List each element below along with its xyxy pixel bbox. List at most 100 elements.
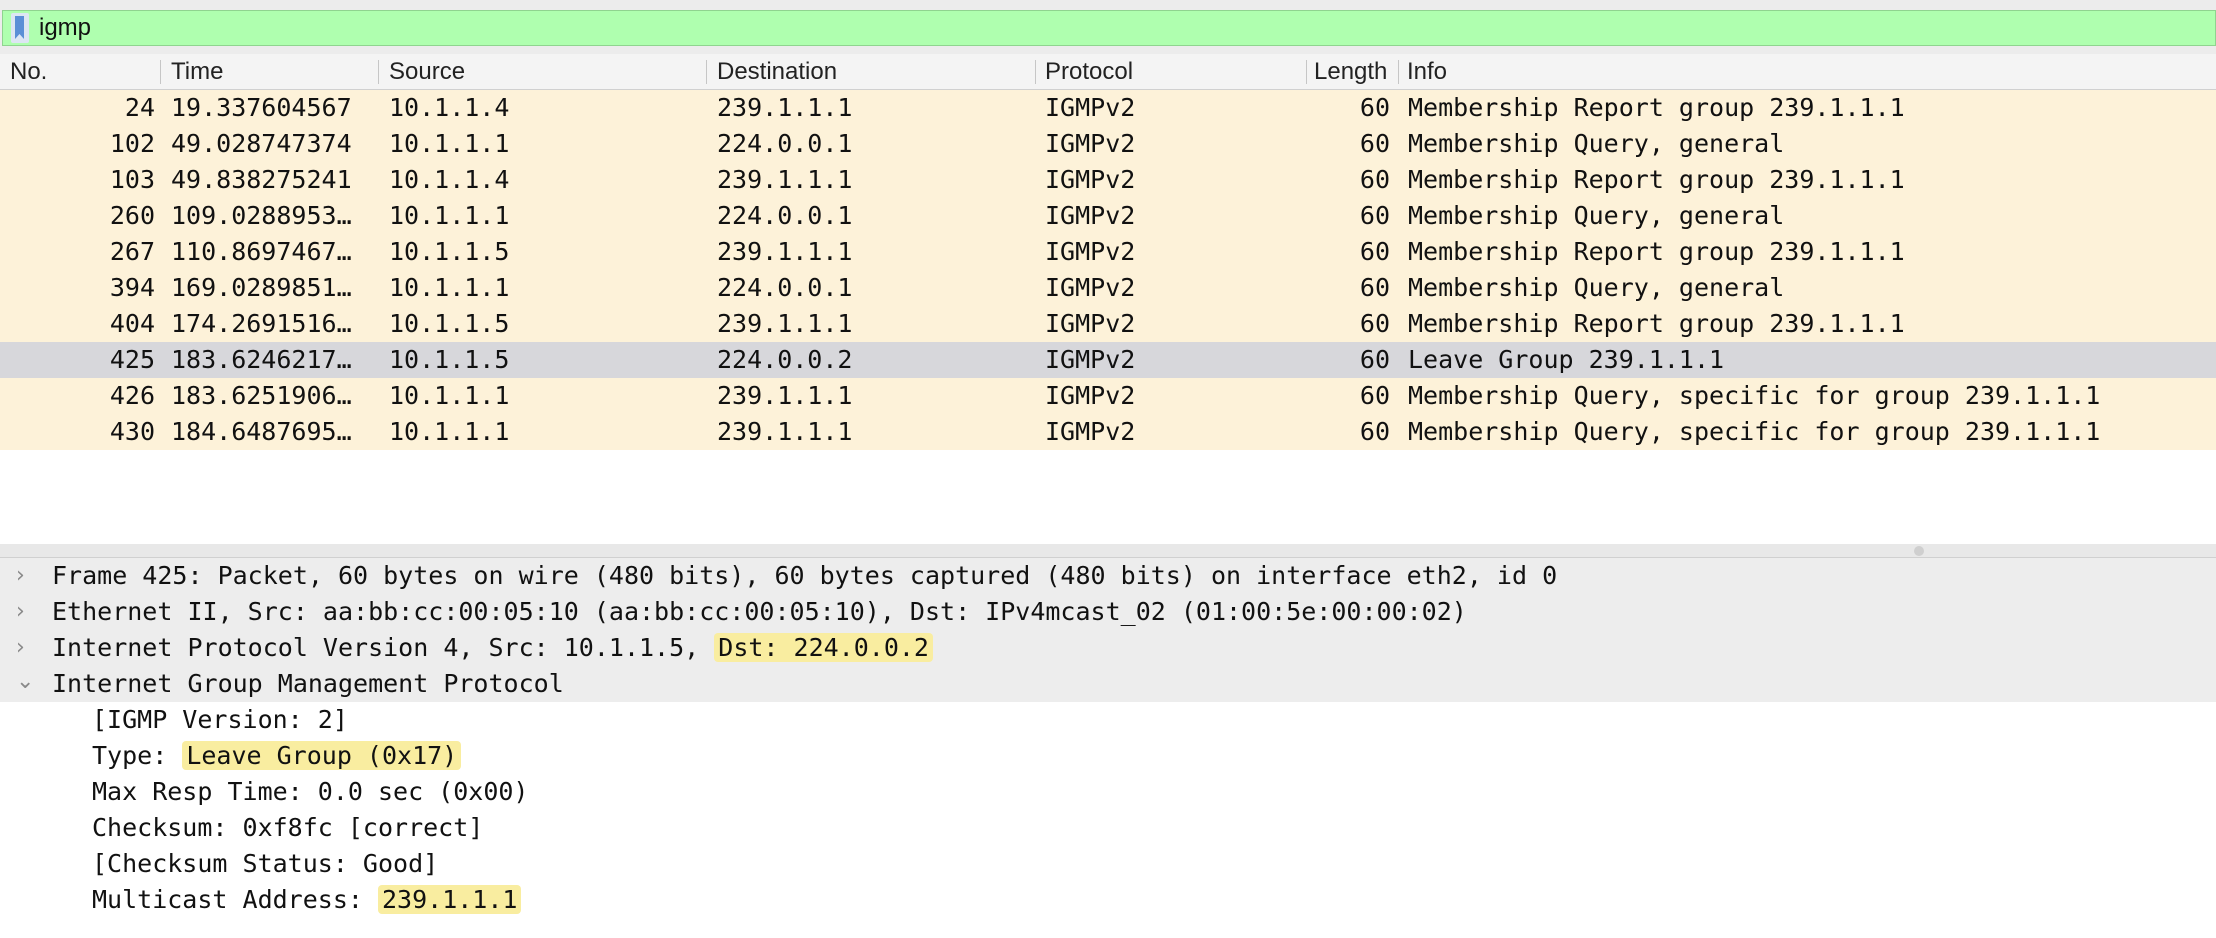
- detail-ethernet[interactable]: › Ethernet II, Src: aa:bb:cc:00:05:10 (a…: [0, 594, 2216, 630]
- packet-cell-length: 60: [1359, 93, 1390, 122]
- igmp-type-value: Leave Group (0x17): [182, 741, 462, 770]
- detail-igmp[interactable]: ⌄ Internet Group Management Protocol: [0, 666, 2216, 702]
- packet-row[interactable]: 267 110.8697467… 10.1.1.5 239.1.1.1 IGMPv2 60…: [0, 234, 2216, 270]
- packet-cell-length: 60: [1359, 201, 1390, 230]
- detail-igmp-multicast-address[interactable]: Multicast Address: 239.1.1.1: [0, 882, 2216, 918]
- packet-cell-protocol: IGMPv2: [1045, 237, 1136, 266]
- packet-cell-destination: 239.1.1.1: [717, 237, 853, 266]
- packet-cell-protocol: IGMPv2: [1045, 381, 1136, 410]
- packet-row[interactable]: 394 169.0289851… 10.1.1.1 224.0.0.1 IGMPv2 60…: [0, 270, 2216, 306]
- detail-igmp-text: Internet Group Management Protocol: [52, 669, 564, 698]
- filter-text: igmp: [39, 14, 92, 41]
- column-header-source[interactable]: Source: [389, 54, 699, 90]
- packet-cell-info: Membership Query, specific for group 239…: [1408, 417, 2101, 446]
- packet-row[interactable]: 426 183.6251906… 10.1.1.1 239.1.1.1 IGMPv2 60…: [0, 378, 2216, 414]
- detail-igmp-checksum[interactable]: Checksum: 0xf8fc [correct]: [0, 810, 2216, 846]
- chevron-right-icon[interactable]: ›: [16, 558, 36, 594]
- packet-rows: 24 19.337604567 10.1.1.4 239.1.1.1 IGMPv2 60 M…: [0, 90, 2216, 450]
- column-header-destination[interactable]: Destination: [717, 54, 1027, 90]
- packet-cell-no: 404: [109, 309, 155, 338]
- packet-cell-info: Membership Query, specific for group 239…: [1408, 381, 2101, 410]
- packet-cell-destination: 239.1.1.1: [717, 93, 853, 122]
- column-header-no[interactable]: No.: [10, 54, 160, 90]
- packet-cell-length: 60: [1359, 165, 1390, 194]
- packet-cell-destination: 239.1.1.1: [717, 309, 853, 338]
- detail-ip-dst-highlight: Dst: 224.0.0.2: [714, 633, 933, 662]
- packet-cell-length: 60: [1359, 129, 1390, 158]
- packet-row[interactable]: 260 109.0288953… 10.1.1.1 224.0.0.1 IGMPv2 60…: [0, 198, 2216, 234]
- packet-cell-source: 10.1.1.4: [389, 165, 510, 194]
- packet-cell-destination: 239.1.1.1: [717, 417, 853, 446]
- igmp-type-label: Type:: [92, 741, 183, 770]
- packet-cell-protocol: IGMPv2: [1045, 165, 1136, 194]
- packet-cell-destination: 224.0.0.2: [717, 345, 853, 374]
- packet-cell-info: Membership Query, general: [1408, 129, 1785, 158]
- igmp-mcast-label: Multicast Address:: [92, 885, 378, 914]
- packet-cell-no: 102: [109, 129, 155, 158]
- packet-cell-time: 183.6251906…: [171, 381, 352, 410]
- display-filter-bar: igmp: [0, 0, 2216, 54]
- igmp-mcast-text: Multicast Address: 239.1.1.1: [92, 882, 522, 918]
- detail-igmp-version[interactable]: [IGMP Version: 2]: [0, 702, 2216, 738]
- chevron-down-icon[interactable]: ⌄: [16, 664, 36, 700]
- igmp-checksum-status-text: [Checksum Status: Good]: [92, 849, 439, 878]
- chevron-right-icon[interactable]: ›: [16, 630, 36, 666]
- packet-cell-time: 174.2691516…: [171, 309, 352, 338]
- packet-cell-protocol: IGMPv2: [1045, 273, 1136, 302]
- packet-row[interactable]: 425 183.6246217… 10.1.1.5 224.0.0.2 IGMPv2 60…: [0, 342, 2216, 378]
- packet-cell-time: 19.337604567: [171, 93, 352, 122]
- splitter-handle[interactable]: [1914, 546, 1924, 556]
- packet-list[interactable]: No. Time Source Destination Protocol Len…: [0, 54, 2216, 545]
- packet-cell-length: 60: [1359, 345, 1390, 374]
- packet-cell-source: 10.1.1.4: [389, 93, 510, 122]
- packet-details-pane: › Frame 425: Packet, 60 bytes on wire (4…: [0, 558, 2216, 938]
- igmp-checksum-text: Checksum: 0xf8fc [correct]: [92, 813, 484, 842]
- packet-cell-no: 430: [109, 417, 155, 446]
- detail-ip-text: Internet Protocol Version 4, Src: 10.1.1…: [52, 630, 933, 666]
- column-header-info[interactable]: Info: [1407, 54, 1807, 90]
- packet-row[interactable]: 404 174.2691516… 10.1.1.5 239.1.1.1 IGMPv2 60…: [0, 306, 2216, 342]
- packet-row[interactable]: 430 184.6487695… 10.1.1.1 239.1.1.1 IGMPv2 60…: [0, 414, 2216, 450]
- packet-cell-destination: 239.1.1.1: [717, 381, 853, 410]
- packet-cell-time: 183.6246217…: [171, 345, 352, 374]
- pane-splitter[interactable]: [0, 544, 2216, 558]
- packet-cell-no: 24: [124, 93, 155, 122]
- packet-cell-protocol: IGMPv2: [1045, 309, 1136, 338]
- packet-cell-info: Membership Query, general: [1408, 273, 1785, 302]
- igmp-type-text: Type: Leave Group (0x17): [92, 738, 462, 774]
- packet-cell-protocol: IGMPv2: [1045, 93, 1136, 122]
- packet-cell-info: Membership Report group 239.1.1.1: [1408, 237, 1905, 266]
- packet-row[interactable]: 103 49.838275241 10.1.1.4 239.1.1.1 IGMPv2 60…: [0, 162, 2216, 198]
- detail-igmp-type[interactable]: Type: Leave Group (0x17): [0, 738, 2216, 774]
- packet-cell-destination: 224.0.0.1: [717, 201, 853, 230]
- packet-cell-time: 184.6487695…: [171, 417, 352, 446]
- packet-cell-destination: 224.0.0.1: [717, 129, 853, 158]
- column-header-time[interactable]: Time: [171, 54, 371, 90]
- packet-list-header: No. Time Source Destination Protocol Len…: [0, 54, 2216, 90]
- packet-cell-no: 260: [109, 201, 155, 230]
- packet-row[interactable]: 102 49.028747374 10.1.1.1 224.0.0.1 IGMPv2 60…: [0, 126, 2216, 162]
- detail-igmp-checksum-status[interactable]: [Checksum Status: Good]: [0, 846, 2216, 882]
- column-header-protocol[interactable]: Protocol: [1045, 54, 1305, 90]
- packet-cell-destination: 239.1.1.1: [717, 165, 853, 194]
- bookmark-icon[interactable]: [11, 13, 29, 43]
- packet-row[interactable]: 24 19.337604567 10.1.1.4 239.1.1.1 IGMPv2 60 M…: [0, 90, 2216, 126]
- display-filter-input[interactable]: igmp: [2, 10, 2216, 46]
- packet-cell-no: 426: [109, 381, 155, 410]
- packet-cell-info: Membership Report group 239.1.1.1: [1408, 93, 1905, 122]
- packet-cell-no: 394: [109, 273, 155, 302]
- detail-frame-text: Frame 425: Packet, 60 bytes on wire (480…: [52, 561, 1558, 590]
- detail-igmp-max-resp[interactable]: Max Resp Time: 0.0 sec (0x00): [0, 774, 2216, 810]
- chevron-right-icon[interactable]: ›: [16, 594, 36, 630]
- packet-cell-destination: 224.0.0.1: [717, 273, 853, 302]
- packet-cell-protocol: IGMPv2: [1045, 417, 1136, 446]
- packet-cell-source: 10.1.1.1: [389, 201, 510, 230]
- packet-cell-length: 60: [1359, 381, 1390, 410]
- detail-ethernet-text: Ethernet II, Src: aa:bb:cc:00:05:10 (aa:…: [52, 597, 1467, 626]
- column-header-length[interactable]: Length: [1314, 54, 1396, 90]
- detail-frame[interactable]: › Frame 425: Packet, 60 bytes on wire (4…: [0, 558, 2216, 594]
- packet-cell-length: 60: [1359, 237, 1390, 266]
- detail-ip[interactable]: › Internet Protocol Version 4, Src: 10.1…: [0, 630, 2216, 666]
- igmp-mcast-value: 239.1.1.1: [377, 885, 522, 914]
- packet-cell-no: 267: [109, 237, 155, 266]
